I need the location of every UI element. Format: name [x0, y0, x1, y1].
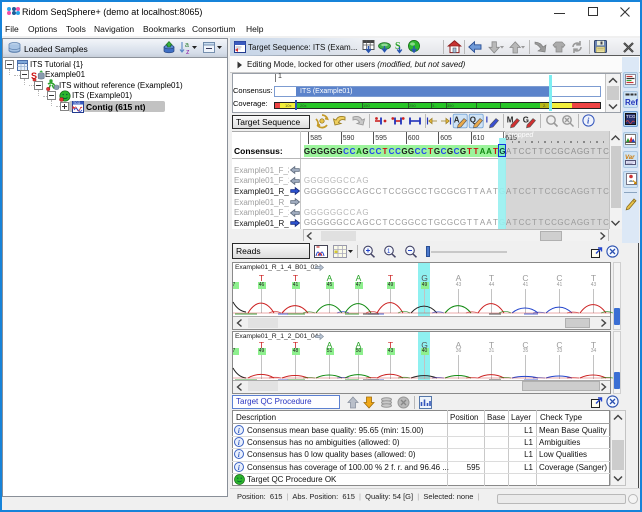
svg-text:z: z [186, 49, 190, 56]
svg-text:Ref: Ref [625, 98, 638, 107]
svg-text:a: a [185, 42, 189, 49]
svg-text:TCG: TCG [73, 101, 81, 105]
svg-text:TCG: TCG [626, 114, 636, 119]
